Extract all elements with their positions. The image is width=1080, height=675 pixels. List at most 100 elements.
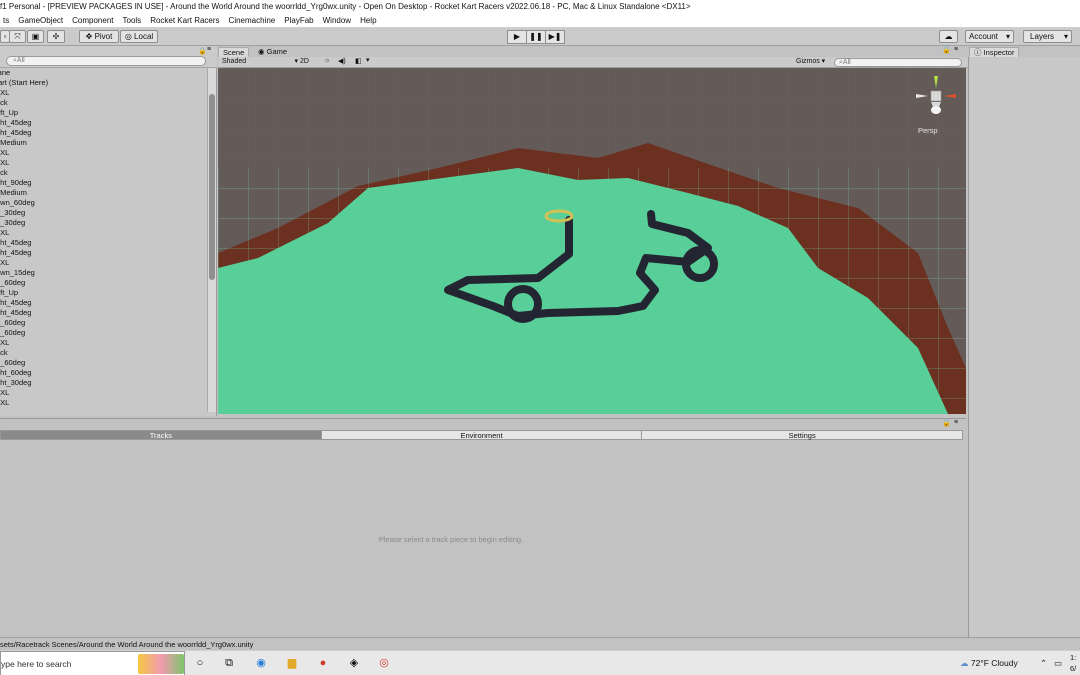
hierarchy-search-input[interactable]: ⌕All bbox=[6, 56, 206, 66]
scrollbar-thumb[interactable] bbox=[209, 94, 215, 280]
hierarchy-item[interactable]: _XL bbox=[0, 388, 206, 398]
pivot-button[interactable]: ✥ Pivot bbox=[79, 30, 119, 43]
lock-icon[interactable]: 🔒 bbox=[942, 46, 951, 54]
hierarchy-item[interactable]: eft_Up bbox=[0, 288, 206, 298]
tab-inspector-label: Inspector bbox=[983, 48, 1015, 57]
hierarchy-item[interactable]: ft_30deg bbox=[0, 208, 206, 218]
audio-icon[interactable]: ◀) bbox=[338, 57, 346, 65]
tab-scene[interactable]: Scene bbox=[218, 47, 250, 57]
rocket-kart-icon[interactable]: ● bbox=[316, 656, 330, 670]
cloud-button[interactable]: ☁ bbox=[939, 30, 958, 43]
persp-label[interactable]: Persp bbox=[918, 126, 938, 135]
gizmos-label: Gizmos bbox=[796, 58, 820, 65]
hierarchy-item[interactable]: ght_45deg bbox=[0, 298, 206, 308]
orientation-gizmo[interactable] bbox=[914, 74, 958, 118]
hierarchy-scrollbar[interactable] bbox=[207, 68, 216, 412]
pause-button[interactable]: ❚❚ bbox=[526, 30, 546, 44]
chrome-icon[interactable]: ◎ bbox=[377, 656, 391, 670]
hierarchy-item[interactable]: lane bbox=[0, 68, 206, 78]
hierarchy-item[interactable]: eft_Up bbox=[0, 108, 206, 118]
hierarchy-item[interactable]: ft_60deg bbox=[0, 318, 206, 328]
hierarchy-item[interactable]: _XL bbox=[0, 158, 206, 168]
hierarchy-item[interactable]: ght_45deg bbox=[0, 238, 206, 248]
menu-item-rocket-kart-racers[interactable]: Rocket Kart Racers bbox=[147, 14, 225, 27]
account-dropdown[interactable]: Account ▾ bbox=[965, 30, 1014, 43]
hierarchy-item[interactable]: ght_45deg bbox=[0, 128, 206, 138]
hierarchy-item[interactable]: ght_45deg bbox=[0, 118, 206, 128]
hierarchy-item[interactable]: own_15deg bbox=[0, 268, 206, 278]
hierarchy-item[interactable]: ft_60deg bbox=[0, 328, 206, 338]
hierarchy-item[interactable]: tart (Start Here) bbox=[0, 78, 206, 88]
local-button[interactable]: ◎ Local bbox=[120, 30, 158, 43]
hierarchy-item[interactable]: p_60deg bbox=[0, 278, 206, 288]
hierarchy-item[interactable]: _XL bbox=[0, 258, 206, 268]
play-button[interactable]: ▶ bbox=[507, 30, 527, 44]
scene-toolbar: Shaded ▾ 2D ☼ ◀) ◧ ▾ Gizmos ▾ ⌕All bbox=[218, 57, 968, 68]
chevron-down-icon: ▾ bbox=[294, 58, 298, 65]
rect-transform-icon[interactable]: ▣ bbox=[27, 30, 44, 43]
menu-item-playfab[interactable]: PlayFab bbox=[281, 14, 319, 27]
2d-toggle[interactable]: 2D bbox=[300, 57, 314, 67]
file-explorer-icon[interactable]: ▆ bbox=[285, 656, 299, 670]
ground-grid bbox=[218, 168, 966, 414]
tab-tracks[interactable]: Tracks bbox=[0, 430, 322, 440]
hierarchy-item[interactable]: ght_90deg bbox=[0, 178, 206, 188]
menu-item-help[interactable]: Help bbox=[357, 14, 382, 27]
more-menu-icon[interactable]: ≡ bbox=[954, 419, 958, 426]
menu-item-cinemachine[interactable]: Cinemachine bbox=[226, 14, 282, 27]
network-icon[interactable]: ▭ bbox=[1054, 651, 1062, 675]
hierarchy-item[interactable]: _XL bbox=[0, 88, 206, 98]
hierarchy-item[interactable]: _XL bbox=[0, 228, 206, 238]
scene-search-input[interactable]: ⌕All bbox=[834, 58, 962, 67]
scene-viewport[interactable]: Persp bbox=[218, 68, 966, 414]
hierarchy-item[interactable]: _Medium bbox=[0, 138, 206, 148]
layers-dropdown[interactable]: Layers ▾ bbox=[1023, 30, 1072, 43]
hierarchy-item[interactable]: ack bbox=[0, 168, 206, 178]
hierarchy-item[interactable]: _Medium bbox=[0, 188, 206, 198]
info-icon: ⓘ bbox=[974, 48, 982, 57]
weather-widget[interactable]: ☁ 72°F Cloudy bbox=[960, 651, 1018, 675]
hierarchy-item[interactable]: ack bbox=[0, 348, 206, 358]
chevron-down-icon[interactable]: ▾ bbox=[366, 56, 370, 64]
hierarchy-item[interactable]: p_60deg bbox=[0, 358, 206, 368]
scale-tool-icon[interactable]: ⤧ bbox=[9, 30, 26, 43]
effects-icon[interactable]: ◧ bbox=[355, 57, 362, 65]
transform-tool-icon[interactable]: ✣ bbox=[47, 30, 65, 43]
clock-time: 1: bbox=[1070, 653, 1077, 662]
hierarchy-item[interactable]: own_60deg bbox=[0, 198, 206, 208]
more-menu-icon[interactable]: ≡ bbox=[954, 46, 958, 53]
shading-dropdown[interactable]: Shaded ▾ bbox=[222, 57, 298, 67]
hierarchy-item[interactable]: _XL bbox=[0, 398, 206, 408]
clock[interactable]: 1: 6/ bbox=[1070, 652, 1076, 674]
hierarchy-item[interactable]: ght_60deg bbox=[0, 368, 206, 378]
lock-icon[interactable]: 🔒 bbox=[198, 47, 207, 55]
gizmos-dropdown[interactable]: Gizmos ▾ bbox=[796, 57, 825, 67]
more-menu-icon[interactable]: ≡ bbox=[207, 46, 211, 53]
step-button[interactable]: ▶❚ bbox=[545, 30, 565, 44]
menu-item-tools[interactable]: Tools bbox=[120, 14, 148, 27]
hierarchy-item[interactable]: ght_45deg bbox=[0, 248, 206, 258]
pause-icon: ❚❚ bbox=[529, 32, 543, 41]
tab-game[interactable]: ◉ Game bbox=[254, 47, 291, 57]
menu-item-gameobject[interactable]: GameObject bbox=[15, 14, 69, 27]
multitask-icon[interactable]: ⧉ bbox=[222, 656, 236, 670]
tab-environment[interactable]: Environment bbox=[320, 430, 643, 440]
tray-chevron-icon[interactable]: ⌃ bbox=[1040, 651, 1047, 675]
unity-icon[interactable]: ◈ bbox=[347, 656, 361, 670]
hierarchy-item[interactable]: ft_30deg bbox=[0, 218, 206, 228]
hierarchy-item[interactable]: _XL bbox=[0, 338, 206, 348]
taskbar-search[interactable]: ype here to search bbox=[0, 651, 185, 675]
menu-item-component[interactable]: Component bbox=[69, 14, 119, 27]
lighting-icon[interactable]: ☼ bbox=[324, 57, 330, 64]
menu-item-window[interactable]: Window bbox=[320, 14, 357, 27]
hierarchy-item[interactable]: ght_30deg bbox=[0, 378, 206, 388]
menu-item-assets[interactable]: ts bbox=[0, 14, 15, 27]
lock-icon[interactable]: 🔒 bbox=[942, 419, 951, 427]
task-view-icon[interactable]: ○ bbox=[193, 656, 207, 670]
hierarchy-item[interactable]: ght_45deg bbox=[0, 308, 206, 318]
edge-icon[interactable]: ◉ bbox=[254, 656, 268, 670]
hierarchy-item[interactable]: ack bbox=[0, 98, 206, 108]
tab-settings[interactable]: Settings bbox=[641, 430, 964, 440]
hierarchy-item[interactable]: _XL bbox=[0, 148, 206, 158]
tab-inspector[interactable]: ⓘ Inspector bbox=[969, 47, 1020, 57]
